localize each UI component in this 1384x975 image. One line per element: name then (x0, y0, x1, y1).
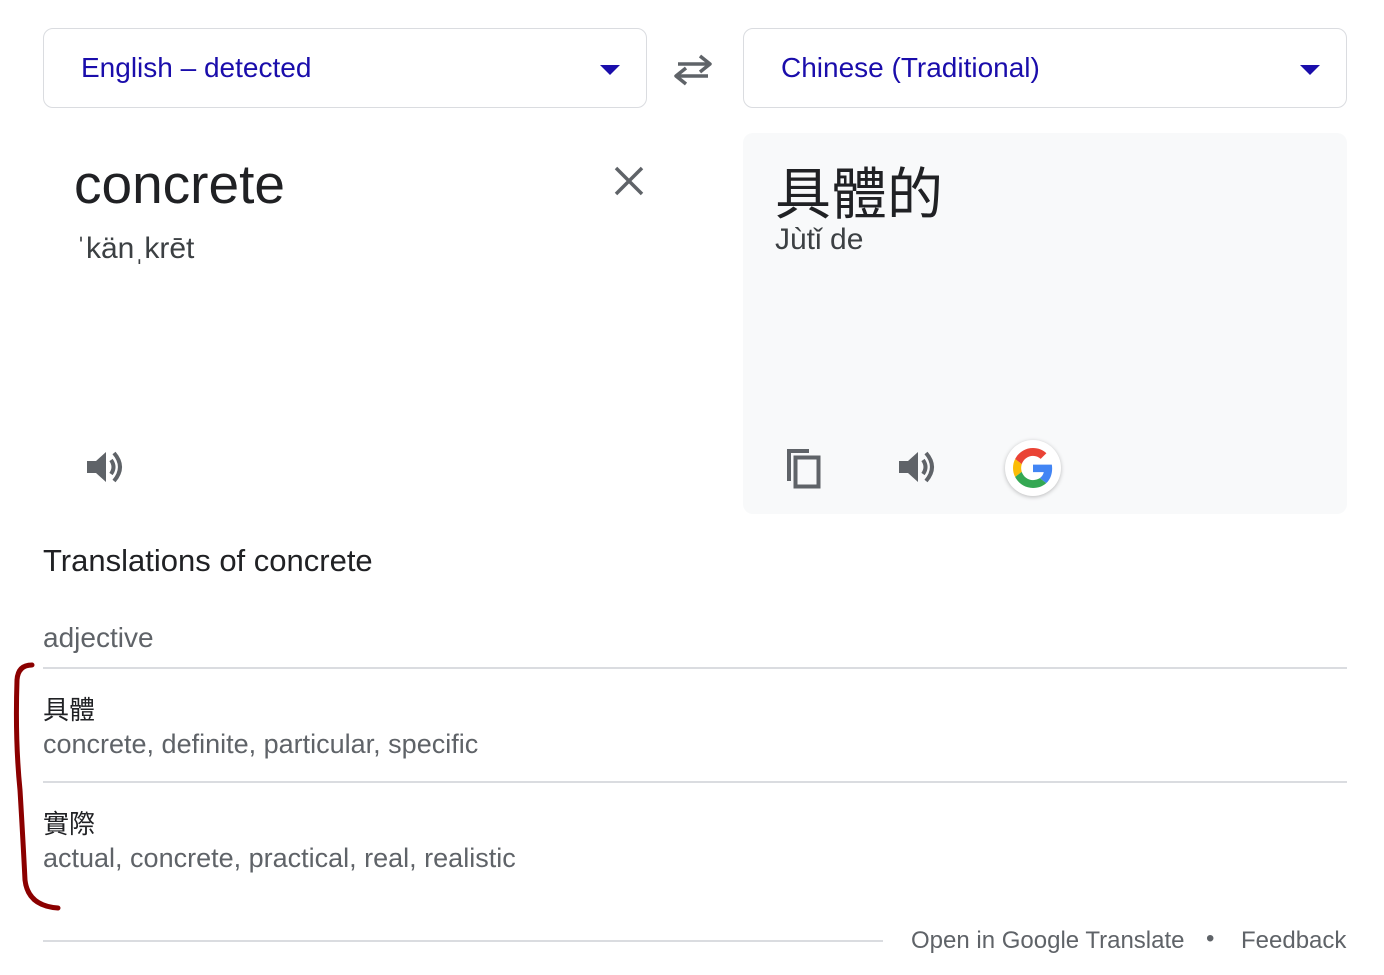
swap-languages-icon[interactable] (670, 50, 716, 90)
feedback-link[interactable]: Feedback (1241, 927, 1346, 955)
source-speaker-icon[interactable] (82, 444, 128, 490)
source-language-label: English – detected (81, 52, 312, 83)
target-language-select[interactable]: Chinese (Traditional) (743, 28, 1347, 108)
translated-romanization: Jùtǐ de (775, 223, 864, 256)
chevron-down-icon (1300, 65, 1320, 75)
target-language-label: Chinese (Traditional) (781, 52, 1040, 83)
translated-text: 具體的 (775, 163, 943, 226)
part-of-speech: adjective (43, 622, 154, 653)
copy-icon[interactable] (781, 443, 827, 491)
google-logo-button[interactable] (1005, 440, 1061, 496)
translation-synonyms: concrete, definite, particular, specific (43, 729, 479, 759)
google-g-icon (1013, 448, 1053, 488)
footer-separator: • (1206, 925, 1215, 952)
footer-divider (43, 940, 883, 942)
translation-synonyms: actual, concrete, practical, real, reali… (43, 843, 516, 873)
divider (43, 667, 1347, 669)
chevron-down-icon (600, 65, 620, 75)
source-language-select[interactable]: English – detected (43, 28, 647, 108)
translation-term[interactable]: 實際 (43, 804, 95, 841)
translations-heading: Translations of concrete (43, 543, 373, 578)
source-text[interactable]: concrete (74, 152, 285, 216)
source-phonetic: ˈkänˌkrēt (76, 232, 195, 265)
translation-term[interactable]: 具體 (43, 690, 95, 727)
close-icon[interactable] (606, 158, 652, 204)
divider (43, 781, 1347, 783)
open-in-google-translate-link[interactable]: Open in Google Translate (911, 927, 1185, 955)
target-speaker-icon[interactable] (894, 444, 940, 490)
